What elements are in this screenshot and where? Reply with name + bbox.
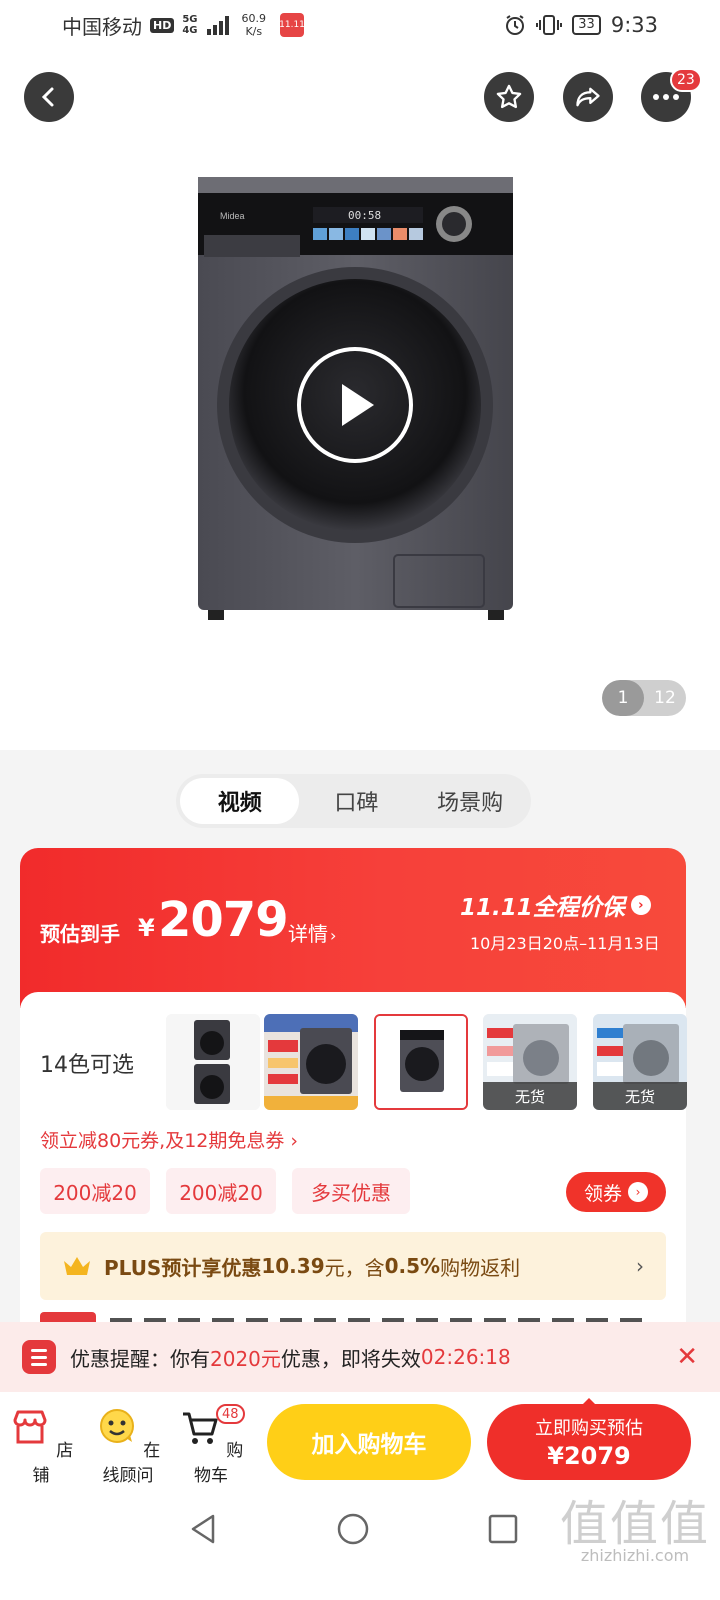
nav-back-icon[interactable] xyxy=(186,1512,220,1546)
app-notification-icon: 11.11 xyxy=(279,13,305,37)
discount-reminder-bar[interactable]: 优惠提醒：你有 2020元 优惠，即将失效 02:26:18 ✕ xyxy=(0,1322,720,1392)
price-protection-link[interactable]: 11.11全程价保 › xyxy=(460,888,651,922)
total-pages: 12 xyxy=(654,688,676,708)
estimated-price-label: 预估到手 xyxy=(40,922,120,946)
product-gallery[interactable]: 23 Midea 00:58 1 12 xyxy=(0,50,720,750)
back-button[interactable] xyxy=(24,72,74,122)
status-bar: 中国移动 HD 5G 4G 60.9 K/s 11.11 33 9:33 xyxy=(0,0,720,50)
washer-display-readout: 00:58 xyxy=(348,209,381,222)
variant-thumb-silver[interactable]: 无货 xyxy=(483,1014,577,1110)
bottom-action-bar: 店铺 在线顾问 购物车 48 加入购物车 立即购买预估 ¥2079 xyxy=(0,1392,720,1492)
promo-date-range: 10月23日20点–11月13日 xyxy=(470,934,660,953)
reminder-text: 优惠提醒：你有 xyxy=(70,1346,210,1371)
price-detail-link[interactable]: 详情 › xyxy=(288,918,336,947)
menu-logo-icon xyxy=(22,1340,56,1374)
signal-bars-icon xyxy=(206,16,229,35)
advisor-icon xyxy=(99,1409,134,1443)
close-icon[interactable]: ✕ xyxy=(676,1342,698,1372)
current-page: 1 xyxy=(602,680,644,716)
price-banner: 预估到手 ¥ 2079 详情 › 11.11全程价保 › 10月23日20点–11… xyxy=(20,848,686,1008)
variant-image xyxy=(166,1014,260,1110)
variant-thumb-blue[interactable]: 无货 xyxy=(593,1014,687,1110)
claim-coupon-button[interactable]: 领券 › xyxy=(566,1172,666,1212)
share-icon xyxy=(576,87,600,107)
product-info-card: 14色可选 无货 无货 领立减80元券,及12期免息券 › 200减20 200… xyxy=(20,992,687,1332)
variant-thumb-promo[interactable] xyxy=(264,1014,358,1110)
chevron-right-icon: › xyxy=(628,1182,648,1202)
vibrate-icon xyxy=(536,15,563,35)
carrier-name: 中国移动 xyxy=(62,14,142,39)
cart-icon xyxy=(182,1412,218,1444)
color-count-label: 14色可选 xyxy=(40,1053,134,1078)
nav-home-icon[interactable] xyxy=(336,1512,370,1546)
network-signal-icon: 5G 4G xyxy=(182,14,198,36)
image-page-indicator: 1 12 xyxy=(602,680,686,716)
coupon-tag[interactable]: 200减20 xyxy=(40,1168,150,1214)
share-button[interactable] xyxy=(563,72,613,122)
watermark: 值值值 zhizhizhi.com xyxy=(560,1496,711,1565)
alarm-icon xyxy=(506,15,525,35)
star-icon xyxy=(496,84,522,109)
variant-image xyxy=(376,1016,466,1108)
net-speed: 60.9 K/s xyxy=(241,12,267,38)
nav-recent-icon[interactable] xyxy=(486,1512,520,1546)
brand-logo: Midea xyxy=(220,211,245,221)
reminder-text-2: 优惠，即将失效 xyxy=(280,1346,421,1371)
more-dots-icon xyxy=(653,94,679,100)
coupon-tag[interactable]: 200减20 xyxy=(166,1168,276,1214)
more-badge: 23 xyxy=(670,68,702,92)
advisor-button[interactable]: 在线顾问 xyxy=(90,1406,166,1486)
variant-thumb-dark-gray-selected[interactable] xyxy=(374,1014,468,1110)
plus-member-offer[interactable]: PLUS预计享优惠 10.39 元，含 0.5% 购物返利 › xyxy=(40,1232,666,1300)
product-image: Midea 00:58 xyxy=(198,177,513,620)
coupon-offer-link[interactable]: 领立减80元券,及12期免息券 › xyxy=(40,1126,298,1153)
add-to-cart-button[interactable]: 加入购物车 xyxy=(267,1404,471,1480)
clock: 9:33 xyxy=(610,13,658,37)
tab-scene-shopping[interactable]: 场景购 xyxy=(413,778,527,824)
currency-symbol: ¥ xyxy=(138,914,155,942)
variant-thumb-stacked[interactable] xyxy=(166,1014,260,1110)
estimated-price: 2079 xyxy=(158,892,289,948)
buy-now-button[interactable]: 立即购买预估 ¥2079 xyxy=(487,1404,691,1480)
store-icon xyxy=(13,1410,47,1444)
chevron-left-icon xyxy=(41,87,54,107)
out-of-stock-label: 无货 xyxy=(593,1082,687,1110)
chevron-right-icon: › xyxy=(636,1254,644,1278)
tab-reviews[interactable]: 口碑 xyxy=(299,778,413,824)
cart-count-badge: 48 xyxy=(216,1404,245,1424)
media-tabs: 视频 口碑 场景购 xyxy=(176,774,531,828)
battery-icon: 33 xyxy=(572,15,601,35)
chevron-right-icon: › xyxy=(630,895,651,915)
reminder-countdown: 02:26:18 xyxy=(420,1345,511,1369)
hd-icon: HD xyxy=(150,17,175,33)
multi-buy-tag[interactable]: 多买优惠 xyxy=(292,1168,410,1214)
variant-image xyxy=(264,1014,358,1110)
reminder-amount: 2020元 xyxy=(210,1346,281,1371)
out-of-stock-label: 无货 xyxy=(483,1082,577,1110)
tab-video[interactable]: 视频 xyxy=(180,778,300,824)
favorite-button[interactable] xyxy=(484,72,534,122)
store-button[interactable]: 店铺 xyxy=(6,1406,76,1486)
crown-icon xyxy=(64,1257,90,1275)
